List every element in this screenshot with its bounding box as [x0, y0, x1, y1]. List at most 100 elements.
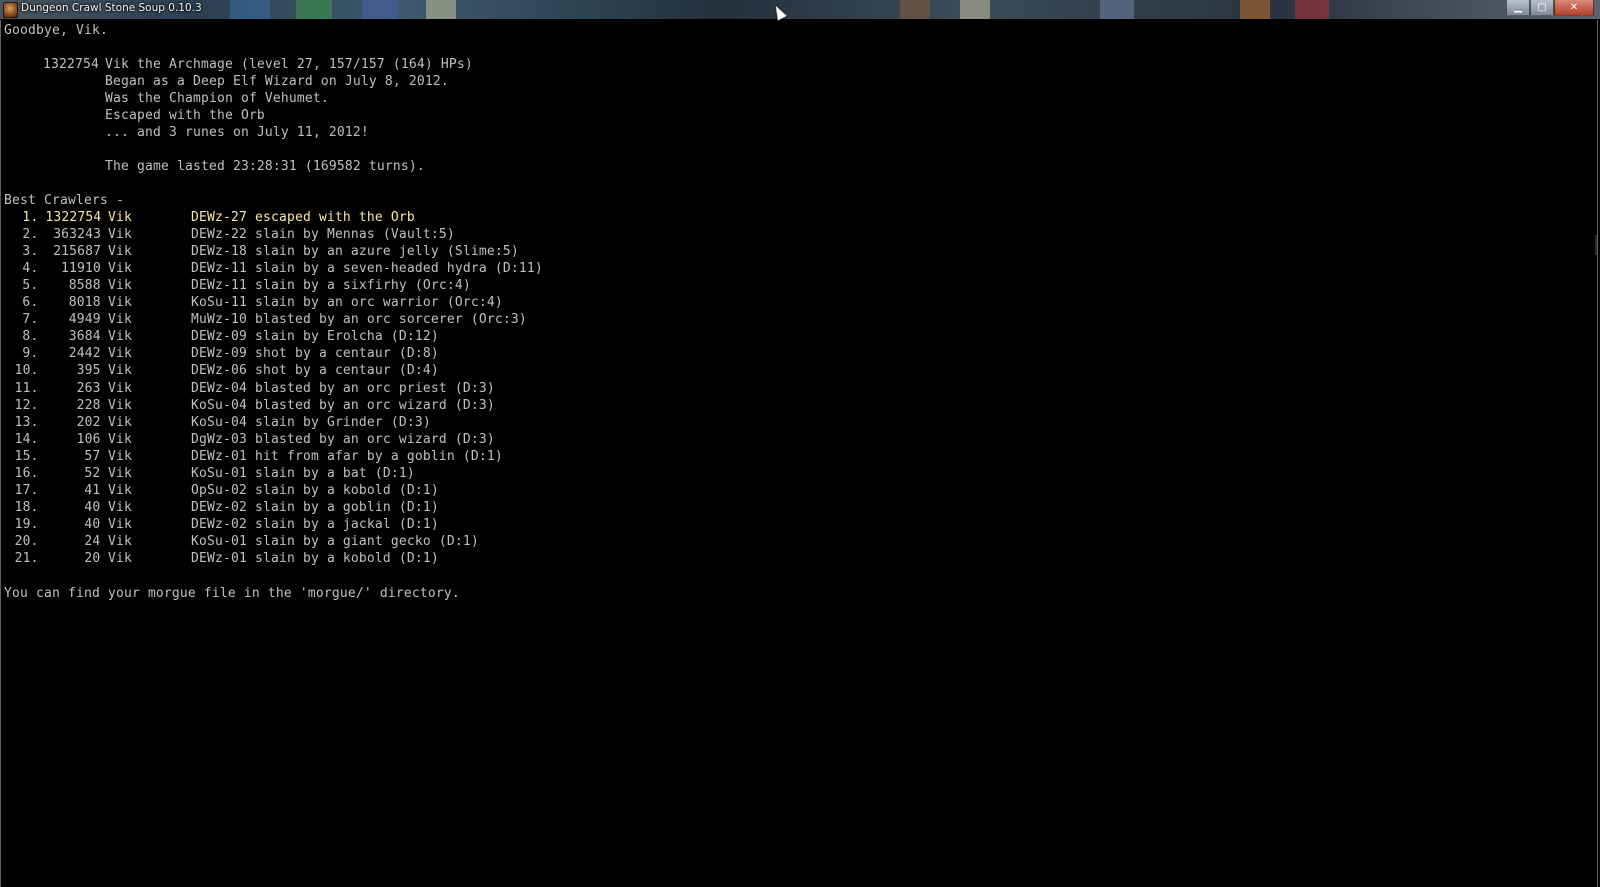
game-detail-line: ... and 3 runes on July 11, 2012! [4, 124, 369, 141]
character-name: Vik [108, 415, 132, 430]
death-description: DEWz-01 hit from afar by a goblin (D:1) [191, 449, 503, 464]
character-name: Vik [108, 210, 132, 225]
death-description: DEWz-11 slain by a seven-headed hydra (D… [191, 261, 543, 276]
detail-text: Began as a Deep Elf Wizard on July 8, 20… [105, 74, 449, 89]
title-bar[interactable]: Dungeon Crawl Stone Soup 0.10.3 ▁ ▢ ✕ [0, 0, 1600, 19]
score-value: 40 [84, 517, 101, 532]
final-score: 1322754 [43, 57, 99, 72]
score-rank: 20. [14, 534, 39, 549]
score-value: 41 [84, 483, 101, 498]
character-summary: Vik the Archmage (level 27, 157/157 (164… [105, 57, 473, 72]
score-value: 40 [84, 500, 101, 515]
score-rank: 10. [14, 363, 39, 378]
score-value: 395 [76, 363, 101, 378]
detail-text: ... and 3 runes on July 11, 2012! [105, 125, 369, 140]
character-name: Vik [108, 244, 132, 259]
death-description: DEWz-18 slain by an azure jelly (Slime:5… [191, 244, 519, 259]
final-summary-line: 1322754 Vik the Archmage (level 27, 157/… [4, 56, 473, 73]
death-description: DEWz-09 shot by a centaur (D:8) [191, 346, 439, 361]
game-detail-line: Was the Champion of Vehumet. [4, 90, 329, 107]
minimize-button[interactable]: ▁ [1506, 0, 1530, 16]
terminal-output: Goodbye, Vik. 1322754 Vik the Archmage (… [0, 20, 1598, 887]
death-description: KoSu-01 slain by a giant gecko (D:1) [191, 534, 479, 549]
death-description: KoSu-11 slain by an orc warrior (Orc:4) [191, 295, 503, 310]
titlebar-glass-reflection [296, 0, 332, 19]
score-rank: 1. [22, 210, 39, 225]
score-rank: 4. [22, 261, 39, 276]
character-name: Vik [108, 398, 132, 413]
maximize-button[interactable]: ▢ [1530, 0, 1554, 16]
dungeon-crawl-app-icon[interactable] [3, 2, 18, 18]
titlebar-glass-reflection [960, 0, 990, 19]
character-name: Vik [108, 483, 132, 498]
titlebar-glass-reflection [230, 0, 270, 19]
score-rank: 21. [14, 551, 39, 566]
death-description: KoSu-04 blasted by an orc wizard (D:3) [191, 398, 495, 413]
close-button[interactable]: ✕ [1554, 0, 1594, 16]
character-name: Vik [108, 312, 132, 327]
titlebar-glass-reflection [362, 0, 398, 19]
death-description: DEWz-22 slain by Mennas (Vault:5) [191, 227, 455, 242]
score-value: 11910 [61, 261, 101, 276]
character-name: Vik [108, 346, 132, 361]
character-name: Vik [108, 432, 132, 447]
score-value: 228 [76, 398, 101, 413]
score-value: 8588 [68, 278, 101, 293]
death-description: DEWz-01 slain by a kobold (D:1) [191, 551, 439, 566]
game-duration-line: The game lasted 23:28:31 (169582 turns). [4, 158, 425, 175]
death-description: DEWz-04 blasted by an orc priest (D:3) [191, 381, 495, 396]
death-description: DEWz-02 slain by a goblin (D:1) [191, 500, 439, 515]
death-description: DgWz-03 blasted by an orc wizard (D:3) [191, 432, 495, 447]
character-name: Vik [108, 500, 132, 515]
character-name: Vik [108, 466, 132, 481]
score-value: 20 [84, 551, 101, 566]
game-window: Dungeon Crawl Stone Soup 0.10.3 ▁ ▢ ✕ Go… [0, 0, 1600, 887]
score-rank: 19. [14, 517, 39, 532]
score-rank: 17. [14, 483, 39, 498]
character-name: Vik [108, 329, 132, 344]
score-rank: 2. [22, 227, 39, 242]
game-detail-line: Began as a Deep Elf Wizard on July 8, 20… [4, 73, 449, 90]
score-rank: 12. [14, 398, 39, 413]
score-rank: 18. [14, 500, 39, 515]
titlebar-glass-reflection [426, 0, 456, 19]
score-value: 4949 [68, 312, 101, 327]
score-value: 1322754 [45, 210, 102, 225]
death-description: OpSu-02 slain by a kobold (D:1) [191, 483, 439, 498]
score-rank: 11. [14, 381, 39, 396]
character-name: Vik [108, 363, 132, 378]
death-description: DEWz-02 slain by a jackal (D:1) [191, 517, 439, 532]
death-description: MuWz-10 blasted by an orc sorcerer (Orc:… [191, 312, 527, 327]
score-rank: 14. [14, 432, 39, 447]
score-value: 3684 [68, 329, 101, 344]
character-name: Vik [108, 551, 132, 566]
character-name: Vik [108, 227, 132, 242]
titlebar-glass-reflection [1240, 0, 1270, 19]
death-description: DEWz-27 escaped with the Orb [191, 210, 415, 225]
death-description: DEWz-09 slain by Erolcha (D:12) [191, 329, 439, 344]
score-value: 52 [84, 466, 101, 481]
score-rank: 5. [22, 278, 39, 293]
titlebar-glass-reflection [1295, 0, 1329, 19]
score-rank: 3. [22, 244, 39, 259]
character-name: Vik [108, 381, 132, 396]
score-value: 202 [76, 415, 101, 430]
score-value: 8018 [68, 295, 101, 310]
morgue-file-notice: You can find your morgue file in the 'mo… [4, 586, 460, 601]
score-rank: 7. [22, 312, 39, 327]
character-name: Vik [108, 449, 132, 464]
game-duration: The game lasted 23:28:31 (169582 turns). [105, 159, 425, 174]
character-name: Vik [108, 278, 132, 293]
character-name: Vik [108, 261, 132, 276]
score-value: 2442 [68, 346, 101, 361]
score-rank: 15. [14, 449, 39, 464]
detail-text: Escaped with the Orb [105, 108, 265, 123]
death-description: KoSu-04 slain by Grinder (D:3) [191, 415, 431, 430]
score-rank: 16. [14, 466, 39, 481]
window-title: Dungeon Crawl Stone Soup 0.10.3 [21, 2, 202, 14]
death-description: DEWz-06 shot by a centaur (D:4) [191, 363, 439, 378]
score-rank: 8. [22, 329, 39, 344]
score-value: 57 [84, 449, 101, 464]
score-value: 24 [84, 534, 101, 549]
detail-text: Was the Champion of Vehumet. [105, 91, 329, 106]
